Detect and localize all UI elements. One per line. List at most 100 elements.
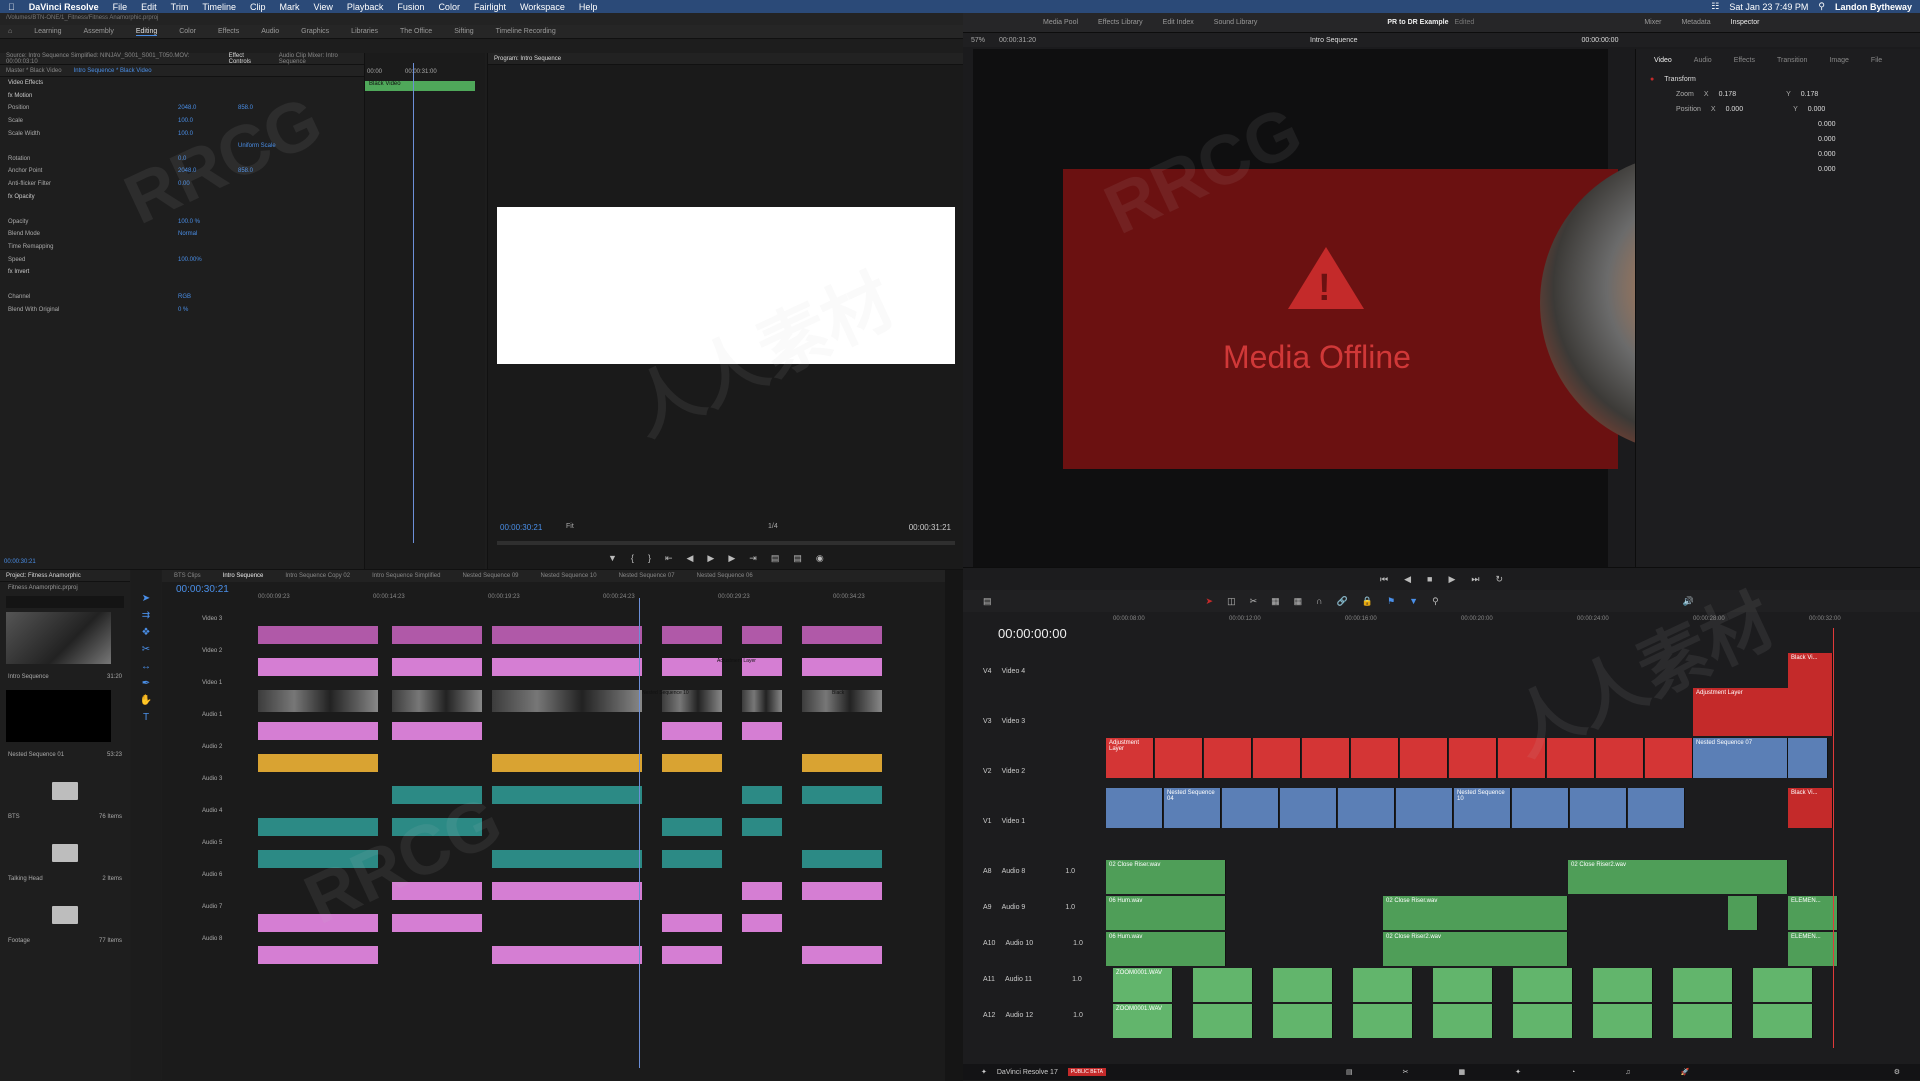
timeline-clip[interactable] xyxy=(1273,1004,1333,1038)
media-pool-button[interactable]: Media Pool xyxy=(1043,19,1078,26)
timeline-clip[interactable] xyxy=(1513,968,1573,1002)
ws-libraries[interactable]: Libraries xyxy=(351,28,378,35)
page-media-icon[interactable]: ▤ xyxy=(1346,1068,1353,1076)
timeline-clip[interactable] xyxy=(742,914,782,932)
lock-icon[interactable]: 🔒 xyxy=(1362,596,1373,606)
home-icon[interactable]: ⌂ xyxy=(8,28,12,35)
tab-file[interactable]: File xyxy=(1871,57,1882,64)
effect-row[interactable]: Time Remapping xyxy=(0,241,364,254)
project-search-input[interactable] xyxy=(6,596,124,608)
audio-track-header[interactable]: A10 Audio 10 1.0 xyxy=(963,940,1103,947)
timeline-clip[interactable] xyxy=(742,722,782,740)
timeline-clip[interactable] xyxy=(1788,738,1828,778)
timeline-clip[interactable] xyxy=(492,882,642,900)
play-icon[interactable]: ▶ xyxy=(707,553,714,564)
track-header[interactable]: Video 2 xyxy=(162,648,250,654)
bin-item-thumbnail[interactable] xyxy=(6,690,111,742)
menu-color[interactable]: Color xyxy=(438,2,460,12)
menu-workspace[interactable]: Workspace xyxy=(520,2,565,12)
timeline-clip[interactable]: Adjustment Layer xyxy=(1693,688,1833,736)
audio-track-header[interactable]: A9 Audio 9 1.0 xyxy=(963,904,1103,911)
tab-audio[interactable]: Audio xyxy=(1694,57,1712,64)
timeline-clip[interactable] xyxy=(258,658,378,676)
metadata-button[interactable]: Metadata xyxy=(1681,19,1710,26)
timeline-clip[interactable] xyxy=(662,850,722,868)
effect-row[interactable]: Video Effects xyxy=(0,77,364,90)
page-deliver-icon[interactable]: 🚀 xyxy=(1680,1068,1689,1076)
lift-icon[interactable]: ▤ xyxy=(771,553,780,564)
ws-audio[interactable]: Audio xyxy=(261,28,279,35)
timeline-clip[interactable] xyxy=(1512,788,1569,828)
timeline-clip[interactable] xyxy=(742,626,782,644)
timeline-clip[interactable]: ELEMEN... xyxy=(1788,896,1838,930)
audio-track-header[interactable]: A8 Audio 8 1.0 xyxy=(963,868,1103,875)
folder-icon[interactable] xyxy=(52,906,78,924)
resolution-dropdown[interactable]: 1/4 xyxy=(768,523,778,530)
tab-image[interactable]: Image xyxy=(1829,57,1848,64)
wifi-icon[interactable]: ☷ xyxy=(1711,1,1719,12)
viewer-timecode[interactable]: 00:00:31:20 xyxy=(999,37,1036,44)
step-back-icon[interactable]: ◀ xyxy=(687,553,694,564)
timeline-clip[interactable] xyxy=(392,626,482,644)
program-timecode[interactable]: 00:00:30:21 xyxy=(500,523,542,532)
timeline-timecode[interactable]: 00:00:30:21 xyxy=(176,584,229,595)
ws-learning[interactable]: Learning xyxy=(34,28,61,35)
timeline-clip[interactable] xyxy=(1728,896,1758,930)
program-frame[interactable] xyxy=(497,207,955,364)
tab-nested-10[interactable]: Nested Sequence 10 xyxy=(541,573,597,579)
blade-tool-icon[interactable]: ✂ xyxy=(1250,596,1258,606)
timeline-clip[interactable]: Adjustment Layer xyxy=(1106,738,1154,778)
track-header[interactable]: Audio 6 xyxy=(162,872,250,878)
timeline-clip[interactable]: ZOOM0001.WAV xyxy=(1113,1004,1173,1038)
edit-index-button[interactable]: Edit Index xyxy=(1163,19,1194,26)
flag-icon[interactable]: ⚑ xyxy=(1387,596,1395,606)
menu-fairlight[interactable]: Fairlight xyxy=(474,2,506,12)
timeline-clip[interactable] xyxy=(1351,738,1399,778)
timeline-clip[interactable] xyxy=(802,850,882,868)
ec-clip-black-video[interactable]: Black Video xyxy=(365,81,475,91)
timeline-clip[interactable] xyxy=(802,946,882,964)
go-end-icon[interactable]: ⏭ xyxy=(1471,574,1479,585)
effect-row[interactable]: Blend Mode Normal xyxy=(0,228,364,241)
timeline-clip[interactable] xyxy=(662,658,722,676)
timeline-clip[interactable] xyxy=(1570,788,1627,828)
clock[interactable]: Sat Jan 23 7:49 PM xyxy=(1729,2,1808,12)
timeline-clip[interactable] xyxy=(1513,1004,1573,1038)
project-title[interactable]: Project: Fitness Anamorphic xyxy=(6,573,81,579)
menu-timeline[interactable]: Timeline xyxy=(202,2,236,12)
position-y-field[interactable]: 0.000 xyxy=(1808,106,1826,113)
timeline-clip[interactable] xyxy=(392,658,482,676)
menu-fusion[interactable]: Fusion xyxy=(397,2,424,12)
layout-icon[interactable]: ▤ xyxy=(983,596,992,606)
timeline-clip[interactable] xyxy=(258,850,378,868)
tab-intro-simplified[interactable]: Intro Sequence Simplified xyxy=(372,573,440,579)
effect-row[interactable]: Rotation 0.0 xyxy=(0,153,364,166)
position-x-field[interactable]: 0.000 xyxy=(1726,106,1744,113)
step-forward-icon[interactable]: ▶ xyxy=(728,553,735,564)
timeline-clip[interactable]: 06 Hum.wav xyxy=(1106,896,1226,930)
timeline-clip[interactable] xyxy=(1280,788,1337,828)
timeline-clip[interactable] xyxy=(662,818,722,836)
timeline-clip[interactable] xyxy=(392,818,482,836)
timeline-clip[interactable] xyxy=(492,626,642,644)
apple-icon[interactable]:  xyxy=(8,2,15,12)
ws-effects[interactable]: Effects xyxy=(218,28,239,35)
menu-clip[interactable]: Clip xyxy=(250,2,266,12)
page-edit-icon[interactable]: ▦ xyxy=(1458,1068,1465,1076)
effect-row[interactable]: fx Invert xyxy=(0,266,364,279)
master-label[interactable]: Master * Black Video xyxy=(6,68,62,74)
extract-icon[interactable]: ▤ xyxy=(793,553,802,564)
timeline-clip[interactable] xyxy=(258,626,378,644)
timeline-clip[interactable] xyxy=(1396,788,1453,828)
timeline-clip[interactable]: 02 Close Riser.wav xyxy=(1106,860,1226,894)
timeline-clip[interactable] xyxy=(1645,738,1693,778)
timeline-clip[interactable] xyxy=(662,722,722,740)
timeline-clip[interactable] xyxy=(1155,738,1203,778)
timeline-ruler[interactable]: 00:00:09:23 00:00:14:23 00:00:19:23 00:00:2… xyxy=(258,594,938,604)
timeline-clip[interactable]: Black Vi... xyxy=(1788,653,1833,693)
timeline-clip[interactable] xyxy=(392,690,482,712)
timeline-clip[interactable] xyxy=(1753,1004,1813,1038)
select-tool-icon[interactable]: ➤ xyxy=(1206,596,1214,606)
timeline-clip[interactable]: Nested Sequence 07 xyxy=(1693,738,1788,778)
timeline-clip[interactable] xyxy=(258,946,378,964)
